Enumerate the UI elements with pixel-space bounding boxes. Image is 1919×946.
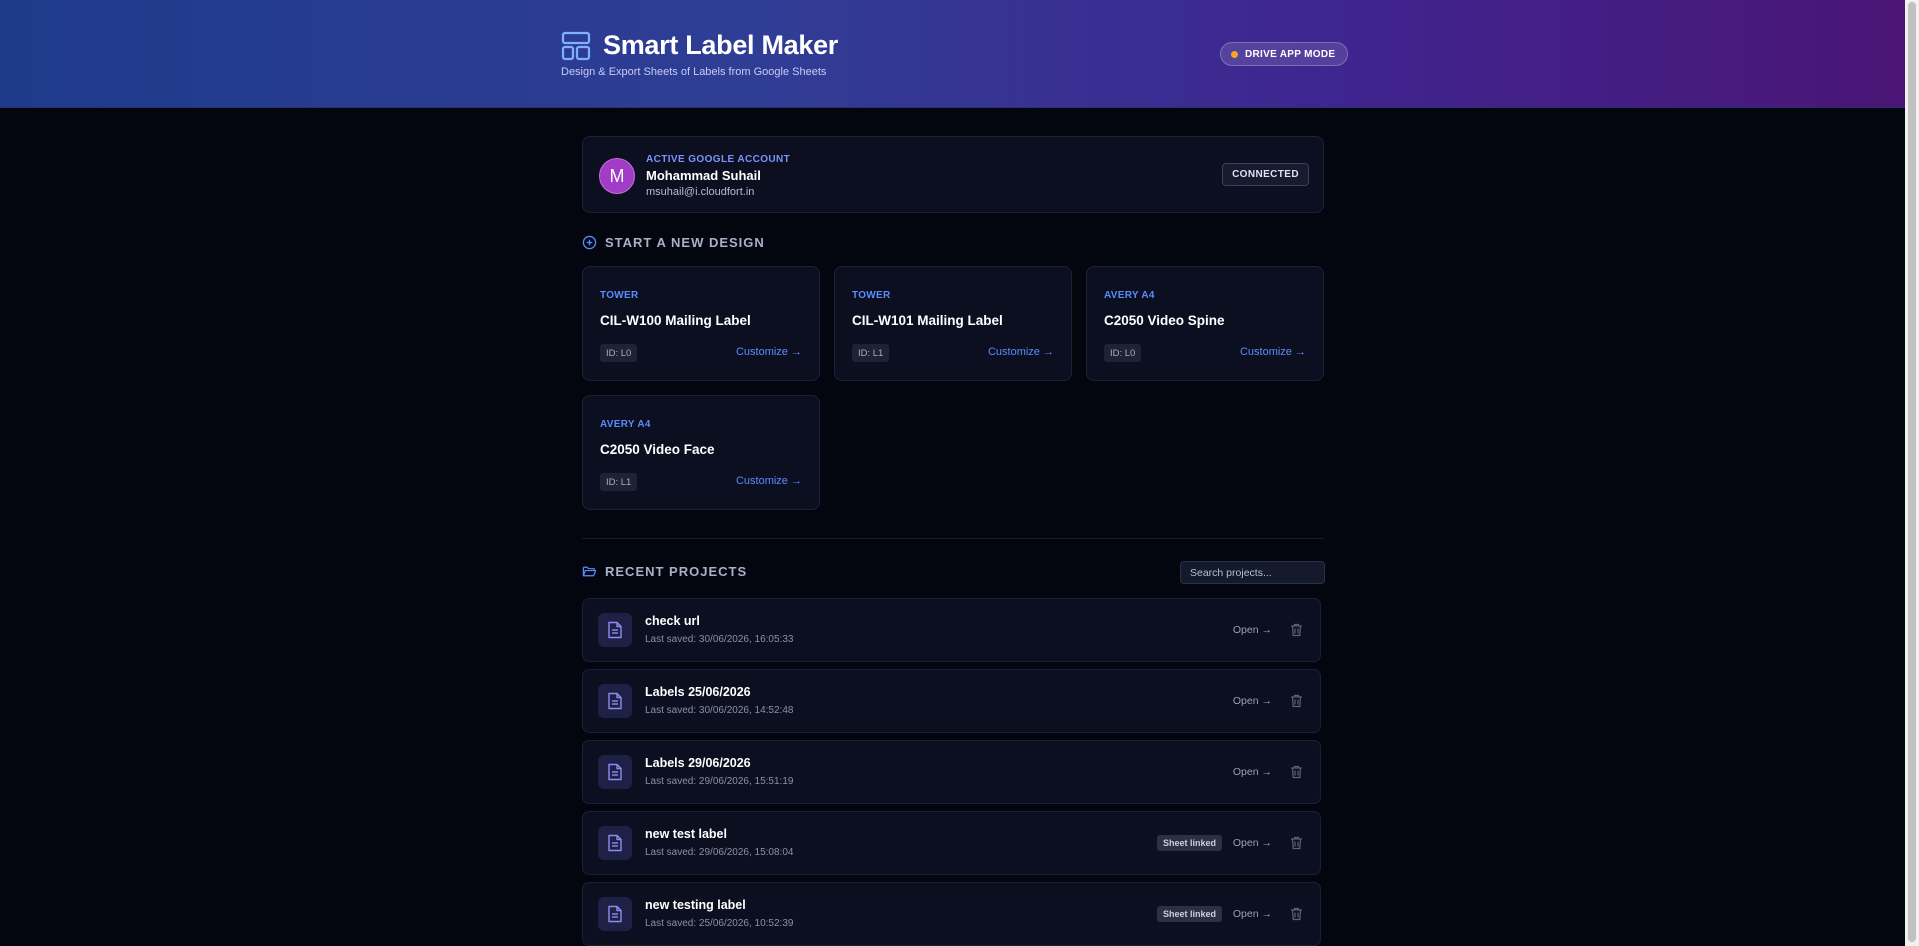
template-card[interactable]: TOWER CIL-W101 Mailing Label ID: L1 Cust… bbox=[834, 266, 1072, 381]
new-design-heading: START A NEW DESIGN bbox=[582, 235, 765, 250]
customize-link[interactable]: Customize → bbox=[736, 475, 802, 487]
template-name: CIL-W101 Mailing Label bbox=[852, 313, 1003, 328]
customize-link[interactable]: Customize → bbox=[988, 346, 1054, 358]
project-last-saved: Last saved: 25/06/2026, 10:52:39 bbox=[645, 918, 794, 929]
template-name: C2050 Video Face bbox=[600, 442, 715, 457]
app-header: Smart Label Maker Design & Export Sheets… bbox=[0, 0, 1905, 108]
status-dot-icon bbox=[1231, 50, 1238, 58]
account-name: Mohammad Suhail bbox=[646, 168, 761, 183]
template-brand: TOWER bbox=[852, 290, 891, 301]
open-project-link[interactable]: Open → bbox=[1233, 837, 1272, 849]
project-name: new test label bbox=[645, 827, 727, 841]
account-card: M ACTIVE GOOGLE ACCOUNT Mohammad Suhail … bbox=[582, 136, 1324, 213]
document-icon bbox=[598, 755, 632, 789]
project-row[interactable]: new testing label Last saved: 25/06/2026… bbox=[582, 882, 1321, 946]
open-project-link[interactable]: Open → bbox=[1233, 695, 1272, 707]
project-name: check url bbox=[645, 614, 700, 628]
plus-circle-icon bbox=[582, 235, 597, 250]
open-project-link[interactable]: Open → bbox=[1233, 908, 1272, 920]
trash-icon[interactable] bbox=[1290, 836, 1303, 850]
template-id-badge: ID: L0 bbox=[1104, 344, 1142, 362]
open-project-link[interactable]: Open → bbox=[1233, 766, 1272, 778]
customize-link[interactable]: Customize → bbox=[736, 346, 802, 358]
document-icon bbox=[598, 684, 632, 718]
project-row[interactable]: Labels 29/06/2026 Last saved: 29/06/2026… bbox=[582, 740, 1321, 804]
open-project-link[interactable]: Open → bbox=[1233, 624, 1272, 636]
mode-badge-label: DRIVE APP MODE bbox=[1245, 48, 1336, 60]
project-last-saved: Last saved: 30/06/2026, 16:05:33 bbox=[645, 634, 794, 645]
vertical-scrollbar[interactable] bbox=[1905, 0, 1919, 946]
section-divider bbox=[582, 538, 1324, 539]
folder-open-icon bbox=[582, 566, 597, 577]
project-name: Labels 29/06/2026 bbox=[645, 756, 751, 770]
project-row[interactable]: check url Last saved: 30/06/2026, 16:05:… bbox=[582, 598, 1321, 662]
account-email: msuhail@i.cloudfort.in bbox=[646, 186, 755, 198]
template-brand: TOWER bbox=[600, 290, 639, 301]
project-name: Labels 25/06/2026 bbox=[645, 685, 751, 699]
trash-icon[interactable] bbox=[1290, 765, 1303, 779]
project-row[interactable]: Labels 25/06/2026 Last saved: 30/06/2026… bbox=[582, 669, 1321, 733]
document-icon bbox=[598, 897, 632, 931]
trash-icon[interactable] bbox=[1290, 623, 1303, 637]
template-card[interactable]: AVERY A4 C2050 Video Spine ID: L0 Custom… bbox=[1086, 266, 1324, 381]
app-page: Smart Label Maker Design & Export Sheets… bbox=[0, 0, 1905, 946]
sheet-linked-badge: Sheet linked bbox=[1156, 906, 1222, 922]
template-id-badge: ID: L1 bbox=[600, 473, 638, 491]
template-id-badge: ID: L0 bbox=[600, 344, 638, 362]
scrollbar-thumb[interactable] bbox=[1908, 2, 1916, 942]
project-last-saved: Last saved: 30/06/2026, 14:52:48 bbox=[645, 705, 794, 716]
template-card[interactable]: AVERY A4 C2050 Video Face ID: L1 Customi… bbox=[582, 395, 820, 510]
app-subtitle: Design & Export Sheets of Labels from Go… bbox=[561, 66, 827, 78]
document-icon bbox=[598, 613, 632, 647]
template-name: C2050 Video Spine bbox=[1104, 313, 1225, 328]
recent-projects-heading: RECENT PROJECTS bbox=[582, 564, 747, 579]
brand: Smart Label Maker bbox=[561, 30, 838, 61]
account-label: ACTIVE GOOGLE ACCOUNT bbox=[646, 154, 791, 165]
customize-link[interactable]: Customize → bbox=[1240, 346, 1306, 358]
recent-projects-heading-text: RECENT PROJECTS bbox=[605, 564, 748, 579]
document-icon bbox=[598, 826, 632, 860]
project-name: new testing label bbox=[645, 898, 746, 912]
template-brand: AVERY A4 bbox=[1104, 290, 1155, 301]
project-last-saved: Last saved: 29/06/2026, 15:08:04 bbox=[645, 847, 794, 858]
template-brand: AVERY A4 bbox=[600, 419, 651, 430]
search-projects-input[interactable] bbox=[1180, 561, 1325, 584]
drive-mode-badge: DRIVE APP MODE bbox=[1220, 42, 1349, 66]
project-last-saved: Last saved: 29/06/2026, 15:51:19 bbox=[645, 776, 794, 787]
avatar: M bbox=[599, 158, 635, 194]
template-name: CIL-W100 Mailing Label bbox=[600, 313, 751, 328]
layout-template-icon bbox=[561, 31, 591, 60]
sheet-linked-badge: Sheet linked bbox=[1156, 835, 1222, 851]
app-title: Smart Label Maker bbox=[603, 30, 838, 60]
trash-icon[interactable] bbox=[1290, 907, 1303, 921]
template-card[interactable]: TOWER CIL-W100 Mailing Label ID: L0 Cust… bbox=[582, 266, 820, 381]
template-id-badge: ID: L1 bbox=[852, 344, 890, 362]
new-design-heading-text: START A NEW DESIGN bbox=[605, 235, 765, 250]
trash-icon[interactable] bbox=[1290, 694, 1303, 708]
connection-status-badge: CONNECTED bbox=[1222, 163, 1309, 186]
project-row[interactable]: new test label Last saved: 29/06/2026, 1… bbox=[582, 811, 1321, 875]
